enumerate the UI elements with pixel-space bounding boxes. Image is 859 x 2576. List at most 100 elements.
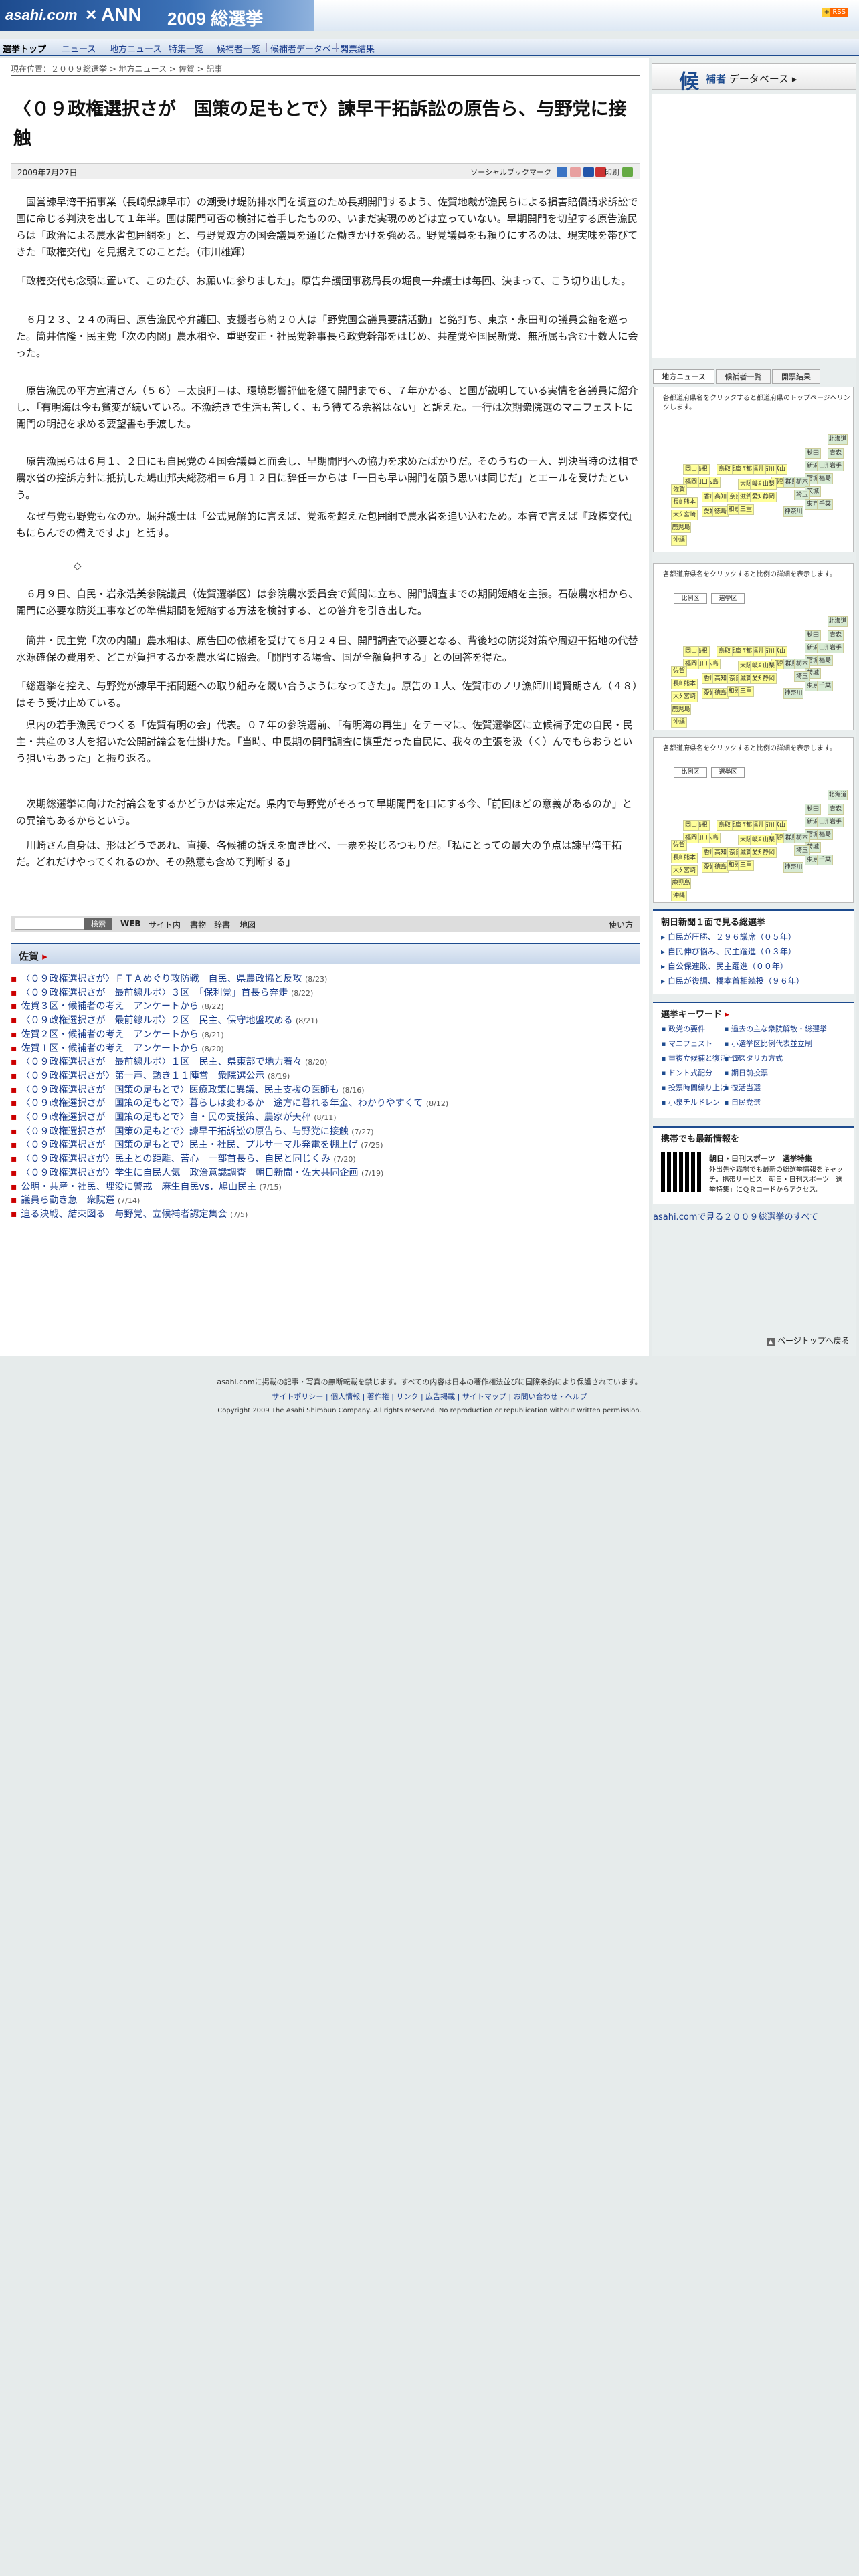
related-article-item[interactable]: ▪ 〈０９政権選択さが〉ＦＴＡめぐり攻防戦 自民、県農政協と反攻 (8/23) [11,972,327,986]
asahi-front-page-item[interactable]: ▸ 自公保連敗、民主躍進（００年） [661,960,788,972]
keyword-item[interactable]: ▪ ドント式配分 [661,1067,712,1078]
candidate-database-banner[interactable]: 候 補者 データベース ▸ [652,63,856,94]
related-article-item[interactable]: ▪ 佐賀３区・候補者の考え アンケートから (8/22) [11,1000,224,1014]
prefecture-link[interactable]: 神奈川 [783,861,803,873]
prefecture-link[interactable]: 高知 [712,847,729,858]
keyword-item[interactable]: ▪ マニフェスト [661,1038,712,1049]
prefecture-link[interactable]: 福島 [817,829,833,840]
prefecture-link[interactable]: 鹿児島 [671,704,691,715]
prefecture-link[interactable]: 秋田 [805,804,821,815]
keyword-item[interactable]: ▪ 小泉チルドレン [661,1097,720,1107]
prefecture-link[interactable]: 熊本 [682,853,698,863]
print-link[interactable]: 印刷 [605,167,619,177]
prefecture-link[interactable]: 岡山 [683,820,699,831]
prefecture-link[interactable]: 宮崎 [682,865,698,876]
tab-results[interactable]: 開票結果 [772,369,820,384]
prefecture-link[interactable]: 佐賀 [671,666,687,677]
asahi-front-page-item[interactable]: ▸ 自民が復調、橋本首相続投（９６年） [661,975,804,986]
related-article-item[interactable]: ▪ 〈０９政権選択さが 国策の足もとで〉自・民の支援策、農家が天秤 (8/11) [11,1111,337,1125]
prefecture-link[interactable]: 青森 [828,448,844,459]
prefecture-link[interactable]: 岡山 [683,464,699,475]
prefecture-link[interactable]: 三重 [738,504,754,515]
prefecture-link[interactable]: 千葉 [817,680,833,691]
nav-item-3[interactable]: 特集一覧 [169,42,203,55]
prefecture-link[interactable]: 北海道 [828,615,848,627]
nav-item-0[interactable]: 選挙トップ [3,42,46,55]
prefecture-link[interactable]: 神奈川 [783,687,803,699]
related-article-item[interactable]: ▪ 〈０９政権選択さが 国策の足もとで〉医療政策に異議、民主支援の医師も (8/1… [11,1083,365,1097]
nav-item-2[interactable]: 地方ニュース [110,42,161,55]
print-icon[interactable] [622,167,633,177]
prefecture-link[interactable]: 徳島 [712,506,729,517]
prefecture-link[interactable]: 三重 [738,859,754,871]
keyword-item[interactable]: ▪ 期日前投票 [724,1067,768,1078]
search-help-link[interactable]: 使い方 [609,919,633,930]
prefecture-link[interactable]: 鳥取 [717,464,733,475]
prefecture-link[interactable]: 神奈川 [783,506,803,517]
mobile-title[interactable]: 朝日・日刊スポーツ 選挙特集 [709,1153,812,1164]
proportional-button[interactable]: 比例区 [674,767,707,778]
prefecture-link[interactable]: 福島 [817,473,833,484]
related-article-item[interactable]: ▪ 〈０９政権選択さが 最前線ルポ〉２区 民主、保守地盤攻める (8/21) [11,1014,318,1028]
prefecture-link[interactable]: 静岡 [761,673,777,684]
bookmark-icon[interactable] [557,167,567,177]
prefecture-link[interactable]: 千葉 [817,498,833,510]
prefecture-link[interactable]: 岩手 [828,643,844,653]
prefecture-link[interactable]: 徳島 [712,687,729,699]
prefecture-link[interactable]: 青森 [828,804,844,815]
search-button[interactable]: 検索 [84,918,112,930]
keyword-item[interactable]: ▪ 小選挙区比例代表並立制 [724,1038,812,1049]
prefecture-link[interactable]: 青森 [828,630,844,641]
prefecture-link[interactable]: 高知 [712,491,729,502]
prefecture-link[interactable]: 熊本 [682,497,698,508]
related-article-item[interactable]: ▪ 〈０９政権選択さが〉第一声、熱き１１陣営 衆院選公示 (8/19) [11,1069,290,1083]
prefecture-link[interactable]: 鹿児島 [671,877,691,889]
prefecture-link[interactable]: 鳥取 [717,646,733,657]
prefecture-link[interactable]: 岩手 [828,461,844,471]
nav-item-6[interactable]: 開票結果 [340,42,375,55]
related-article-item[interactable]: ▪ 〈０９政権選択さが〉学生に自民人気 政治意識調査 朝日新聞・佐大共同企画 (7… [11,1166,383,1180]
search-input[interactable] [15,918,84,930]
prefecture-link[interactable]: 秋田 [805,630,821,641]
prefecture-link[interactable]: 静岡 [761,847,777,858]
related-article-item[interactable]: ▪ 〈０９政権選択さが〉民主との距離、苦心 一部首長ら、自民と同じくみ (7/20… [11,1152,356,1166]
related-article-item[interactable]: ▪ 迫る決戦、結束図る 与野党、立候補者認定集会 (7/5) [11,1208,248,1222]
tab-candidates[interactable]: 候補者一覧 [716,369,771,384]
related-article-item[interactable]: ▪ 議員ら動き急 衆院選 (7/14) [11,1194,140,1208]
prefecture-link[interactable]: 沖縄 [671,890,687,901]
prefecture-link[interactable]: 山梨 [761,479,777,490]
keyword-item[interactable]: ▪ コスタリカ方式 [724,1053,783,1063]
search-option-site[interactable]: サイト内 [149,919,181,930]
related-article-item[interactable]: ▪ 〈０９政権選択さが 国策の足もとで〉民主・社民、プルサーマル発電を棚上げ (7… [11,1138,383,1152]
rss-icon[interactable]: RSS [830,8,848,17]
prefecture-link[interactable]: 徳島 [712,861,729,873]
search-option-map[interactable]: 地図 [240,919,256,930]
related-article-item[interactable]: ▪ 〈０９政権選択さが 国策の足もとで〉諫早干拓訴訟の原告ら、与野党に接触 (7/… [11,1125,374,1139]
nav-item-4[interactable]: 候補者一覧 [217,42,260,55]
proportional-button[interactable]: 選挙区 [711,767,745,778]
related-article-item[interactable]: ▪ 公明・共産・社民、埋没に警戒 麻生自民vs．鳩山民主 (7/15) [11,1180,282,1194]
search-option-dictionary[interactable]: 辞書 [214,919,230,930]
prefecture-link[interactable]: 岡山 [683,646,699,657]
prefecture-link[interactable]: 沖縄 [671,716,687,728]
prefecture-link[interactable]: 宮崎 [682,509,698,520]
related-article-item[interactable]: ▪ 佐賀１区・候補者の考え アンケートから (8/20) [11,1042,224,1056]
election-banner-link[interactable]: asahi.comで見る２００９総選挙のすべて [653,1210,854,1225]
site-logo[interactable]: asahi.com × ANN 2009 総選挙 [0,0,314,31]
related-article-item[interactable]: ▪ 佐賀２区・候補者の考え アンケートから (8/21) [11,1028,224,1042]
nav-item-1[interactable]: ニュース [62,42,96,55]
prefecture-link[interactable]: 高知 [712,673,729,684]
related-article-item[interactable]: ▪ 〈０９政権選択さが 国策の足もとで〉暮らしは変わるか 途方に暮れる年金、わかり… [11,1097,448,1111]
keyword-item[interactable]: ▪ 自民党選 [724,1097,761,1107]
prefecture-link[interactable]: 北海道 [828,433,848,445]
prefecture-link[interactable]: 鹿児島 [671,522,691,533]
related-article-item[interactable]: ▪ 〈０９政権選択さが 最前線ルポ〉３区 「保利党」首長ら奔走 (8/22) [11,986,313,1000]
prefecture-link[interactable]: 岩手 [828,817,844,827]
asahi-front-page-item[interactable]: ▸ 自民が圧勝、２９６議席（０５年） [661,931,796,942]
prefecture-link[interactable]: 沖縄 [671,534,687,546]
prefecture-link[interactable]: 北海道 [828,789,848,800]
proportional-button[interactable]: 比例区 [674,593,707,604]
prefecture-link[interactable]: 山梨 [761,835,777,845]
prefecture-link[interactable]: 静岡 [761,491,777,502]
proportional-button[interactable]: 選挙区 [711,593,745,604]
